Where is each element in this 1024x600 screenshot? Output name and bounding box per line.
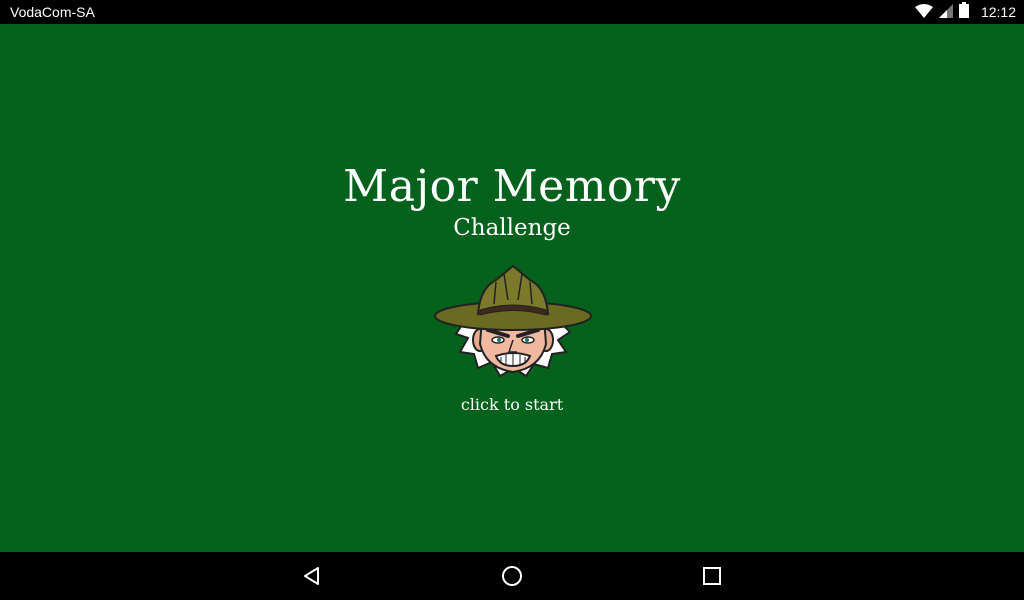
battery-icon (958, 2, 969, 22)
cell-signal-icon (938, 3, 953, 22)
start-button[interactable]: click to start (0, 395, 1024, 415)
back-icon[interactable] (298, 562, 326, 590)
home-icon[interactable] (498, 562, 526, 590)
drill-sergeant-mascot[interactable] (434, 260, 592, 378)
recents-icon[interactable] (698, 562, 726, 590)
wifi-icon (914, 3, 933, 22)
game-subtitle: Challenge (453, 215, 571, 241)
start-screen[interactable]: Major Memory Challenge click to start (0, 24, 1024, 552)
app-screen: VodaCom-SA 12:12 Major Memory Challenge … (0, 0, 1024, 600)
carrier-name: VodaCom-SA (10, 4, 95, 20)
clock: 12:12 (980, 4, 1016, 20)
navigation-bar (0, 552, 1024, 600)
status-icons: 12:12 (914, 2, 1016, 22)
game-title: Major Memory (343, 161, 681, 212)
status-bar: VodaCom-SA 12:12 (0, 0, 1024, 24)
